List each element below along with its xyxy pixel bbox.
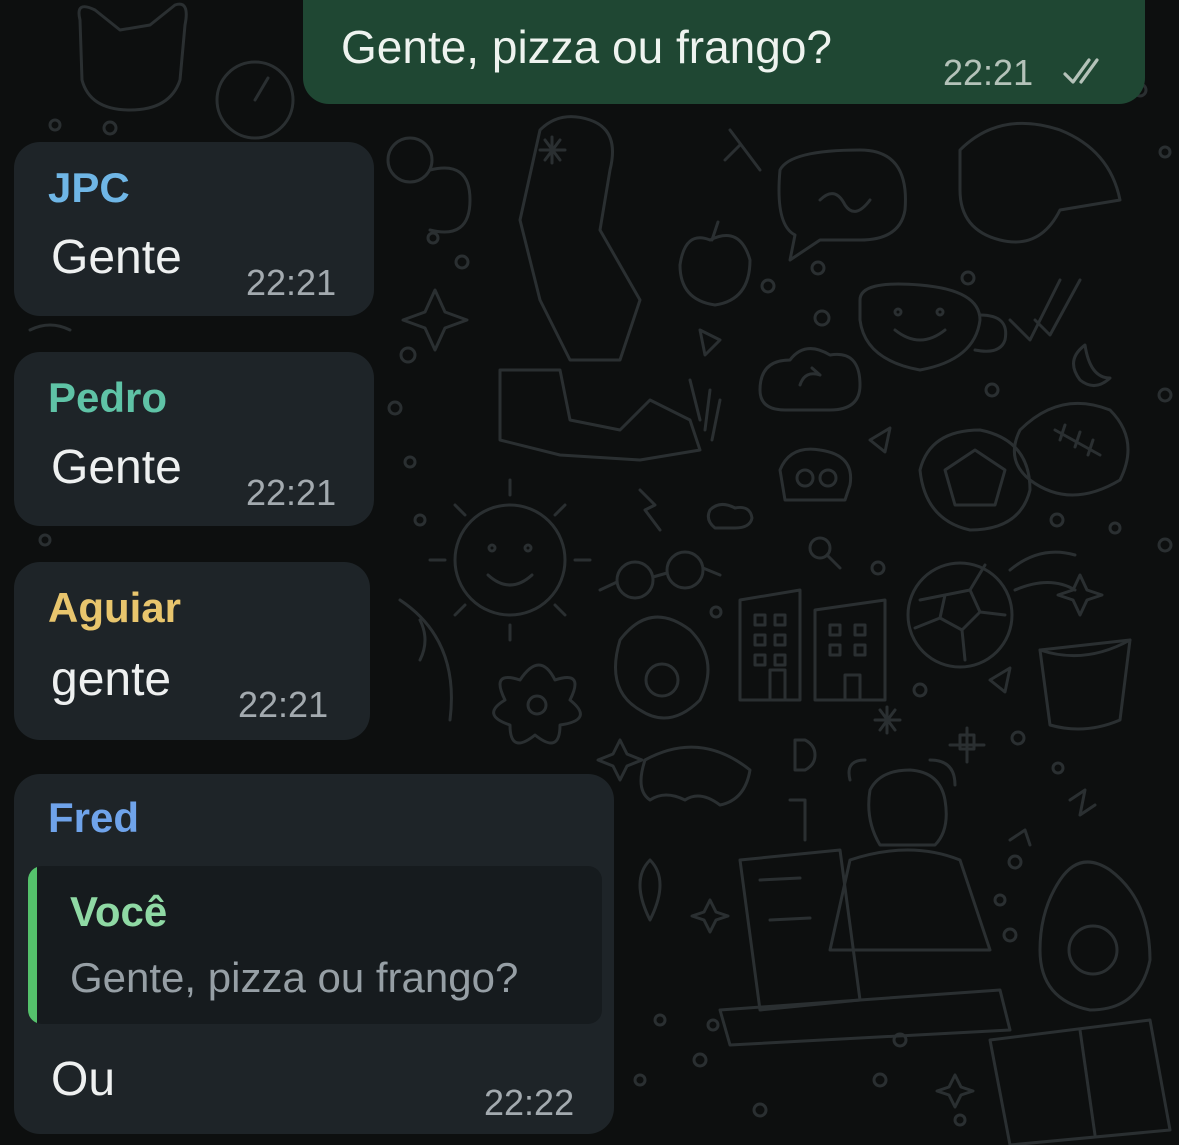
sender-name[interactable]: Fred <box>48 794 139 842</box>
message-time: 22:21 <box>943 52 1034 93</box>
incoming-message[interactable]: Fred Você Gente, pizza ou frango? Ou 22:… <box>14 774 614 1134</box>
quote-author: Você <box>70 888 168 935</box>
quote-accent-bar <box>28 866 37 1024</box>
message-time: 22:22 <box>484 1082 575 1123</box>
message-text: Gente <box>51 441 182 494</box>
sender-name[interactable]: JPC <box>48 164 130 212</box>
message-text: Gente <box>51 231 182 284</box>
incoming-message[interactable]: JPC Gente 22:21 <box>14 142 374 316</box>
incoming-message[interactable]: Pedro Gente 22:21 <box>14 352 374 526</box>
double-check-icon <box>1061 54 1111 90</box>
message-text: Gente, pizza ou frango? <box>341 21 832 73</box>
sender-name[interactable]: Aguiar <box>48 584 181 632</box>
sender-name[interactable]: Pedro <box>48 374 167 422</box>
message-text: Ou <box>51 1053 116 1106</box>
outgoing-message[interactable]: Gente, pizza ou frango? 22:21 <box>303 0 1145 104</box>
quote-text: Gente, pizza ou frango? <box>70 954 519 1001</box>
message-time: 22:21 <box>246 262 337 303</box>
incoming-message[interactable]: Aguiar gente 22:21 <box>14 562 370 740</box>
message-time: 22:21 <box>246 472 337 513</box>
message-text: gente <box>51 653 172 706</box>
message-time: 22:21 <box>238 684 329 725</box>
reply-quote[interactable]: Você Gente, pizza ou frango? <box>28 866 602 1024</box>
